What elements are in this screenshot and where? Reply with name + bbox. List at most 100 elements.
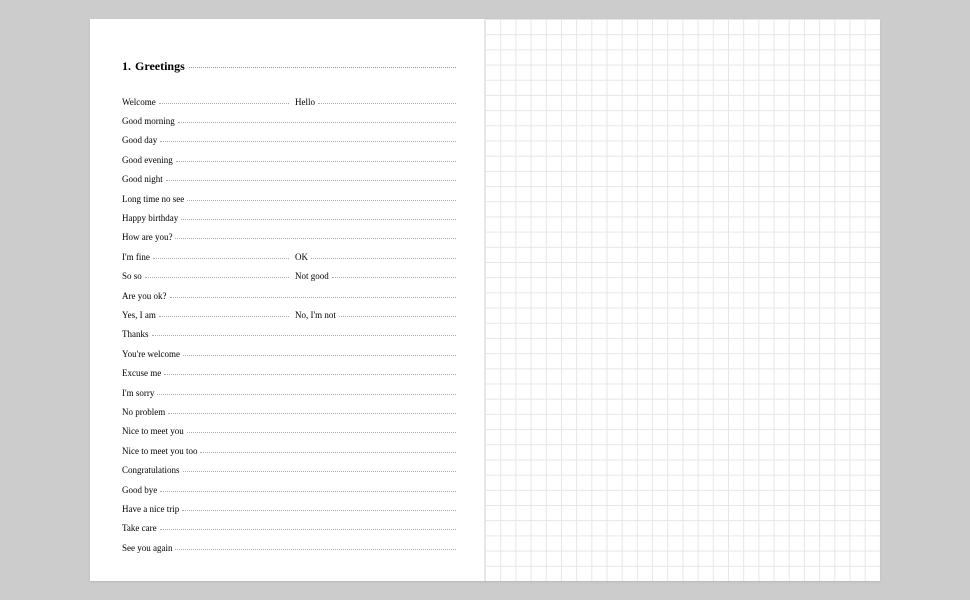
vocab-term: I'm sorry xyxy=(122,388,154,398)
dotted-line xyxy=(168,413,456,414)
vocab-term: Congratulations xyxy=(122,465,180,475)
dotted-line xyxy=(175,238,456,239)
vocab-term: See you again xyxy=(122,543,172,553)
title-dotted-line xyxy=(189,67,456,68)
vocab-term: I'm fine xyxy=(122,252,150,262)
vocab-cell: Good day xyxy=(122,135,456,145)
vocab-term: No problem xyxy=(122,407,165,417)
vocab-term: Hello xyxy=(295,97,315,107)
vocab-cell-left: I'm fine xyxy=(122,252,289,262)
dotted-line xyxy=(160,491,456,492)
vocab-term: How are you? xyxy=(122,232,172,242)
vocab-cell-right: No, I'm not xyxy=(289,310,456,320)
vocab-cell: Take care xyxy=(122,523,456,533)
book-spread: 1. Greetings Welcome Hello Good morning Goo… xyxy=(90,19,880,581)
vocab-term: Good morning xyxy=(122,116,175,126)
vocabulary-row: Good night xyxy=(122,170,456,189)
vocab-cell: No problem xyxy=(122,407,456,417)
vocabulary-row: I'm fine OK xyxy=(122,247,456,266)
dotted-line xyxy=(187,432,456,433)
dotted-line xyxy=(183,471,457,472)
vocabulary-row: You're welcome xyxy=(122,344,456,363)
vocab-cell: Good bye xyxy=(122,485,456,495)
vocab-cell: I'm sorry xyxy=(122,388,456,398)
dotted-line xyxy=(152,335,457,336)
dotted-line xyxy=(318,103,456,104)
vocabulary-row: Good bye xyxy=(122,480,456,499)
vocab-cell: Congratulations xyxy=(122,465,456,475)
vocabulary-row: Thanks xyxy=(122,325,456,344)
vocab-term: Excuse me xyxy=(122,368,161,378)
vocabulary-row: Excuse me xyxy=(122,363,456,382)
vocabulary-list: Welcome Hello Good morning Good day Good eve… xyxy=(122,92,456,557)
vocab-cell: Are you ok? xyxy=(122,291,456,301)
vocab-term: Take care xyxy=(122,523,157,533)
vocabulary-row: Have a nice trip xyxy=(122,499,456,518)
dotted-line xyxy=(160,529,456,530)
dotted-line xyxy=(182,510,456,511)
vocabulary-row: Are you ok? xyxy=(122,286,456,305)
vocab-term: Happy birthday xyxy=(122,213,178,223)
vocab-cell: Have a nice trip xyxy=(122,504,456,514)
dotted-line xyxy=(160,141,456,142)
vocabulary-row: Good day xyxy=(122,131,456,150)
dotted-line xyxy=(159,103,289,104)
dotted-line xyxy=(187,200,456,201)
vocab-cell: Thanks xyxy=(122,329,456,339)
vocab-cell: Long time no see xyxy=(122,194,456,204)
dotted-line xyxy=(183,355,456,356)
vocabulary-row: Good morning xyxy=(122,111,456,130)
dotted-line xyxy=(311,258,456,259)
vocabulary-row: Happy birthday xyxy=(122,208,456,227)
vocabulary-row: Take care xyxy=(122,519,456,538)
vocab-cell: How are you? xyxy=(122,232,456,242)
vocabulary-row: Welcome Hello xyxy=(122,92,456,111)
dotted-line xyxy=(170,297,457,298)
vocab-cell: Excuse me xyxy=(122,368,456,378)
dotted-line xyxy=(178,122,456,123)
vocab-term: Nice to meet you xyxy=(122,426,184,436)
vocab-term: Good day xyxy=(122,135,157,145)
vocab-cell-left: So so xyxy=(122,271,289,281)
vocab-term: Long time no see xyxy=(122,194,184,204)
vocab-cell-left: Welcome xyxy=(122,97,289,107)
vocabulary-row: Nice to meet you xyxy=(122,422,456,441)
vocab-cell-right: Hello xyxy=(289,97,456,107)
vocabulary-row: So soNot good xyxy=(122,267,456,286)
section-title-text: Greetings xyxy=(135,59,185,74)
vocabulary-row: Long time no see xyxy=(122,189,456,208)
vocabulary-row: No problem xyxy=(122,402,456,421)
vocab-term: Good bye xyxy=(122,485,157,495)
vocab-term: You're welcome xyxy=(122,349,180,359)
vocab-cell: Good morning xyxy=(122,116,456,126)
vocabulary-row: See you again xyxy=(122,538,456,557)
dotted-line xyxy=(175,549,456,550)
vocab-term: Good night xyxy=(122,174,163,184)
vocab-cell: See you again xyxy=(122,543,456,553)
vocab-term: Have a nice trip xyxy=(122,504,179,514)
vocabulary-row: Nice to meet you too xyxy=(122,441,456,460)
vocab-term: Nice to meet you too xyxy=(122,446,197,456)
left-page: 1. Greetings Welcome Hello Good morning Goo… xyxy=(90,19,485,581)
vocabulary-row: Good evening xyxy=(122,150,456,169)
dotted-line xyxy=(339,316,456,317)
vocab-cell-right: OK xyxy=(289,252,456,262)
vocabulary-row: I'm sorry xyxy=(122,383,456,402)
section-title: 1. Greetings xyxy=(122,59,456,74)
dotted-line xyxy=(153,258,289,259)
vocab-term: Yes, I am xyxy=(122,310,156,320)
vocab-term: Good evening xyxy=(122,155,173,165)
vocabulary-row: Yes, I am No, I'm not xyxy=(122,305,456,324)
right-page-grid xyxy=(485,19,880,581)
dotted-line xyxy=(159,316,289,317)
vocab-cell: Good night xyxy=(122,174,456,184)
dotted-line xyxy=(166,180,456,181)
vocab-term: Are you ok? xyxy=(122,291,167,301)
dotted-line xyxy=(332,277,456,278)
vocab-term: No, I'm not xyxy=(295,310,336,320)
dotted-line xyxy=(164,374,456,375)
vocab-term: Thanks xyxy=(122,329,149,339)
vocab-cell: Happy birthday xyxy=(122,213,456,223)
dotted-line xyxy=(181,219,456,220)
section-number: 1. xyxy=(122,59,131,74)
